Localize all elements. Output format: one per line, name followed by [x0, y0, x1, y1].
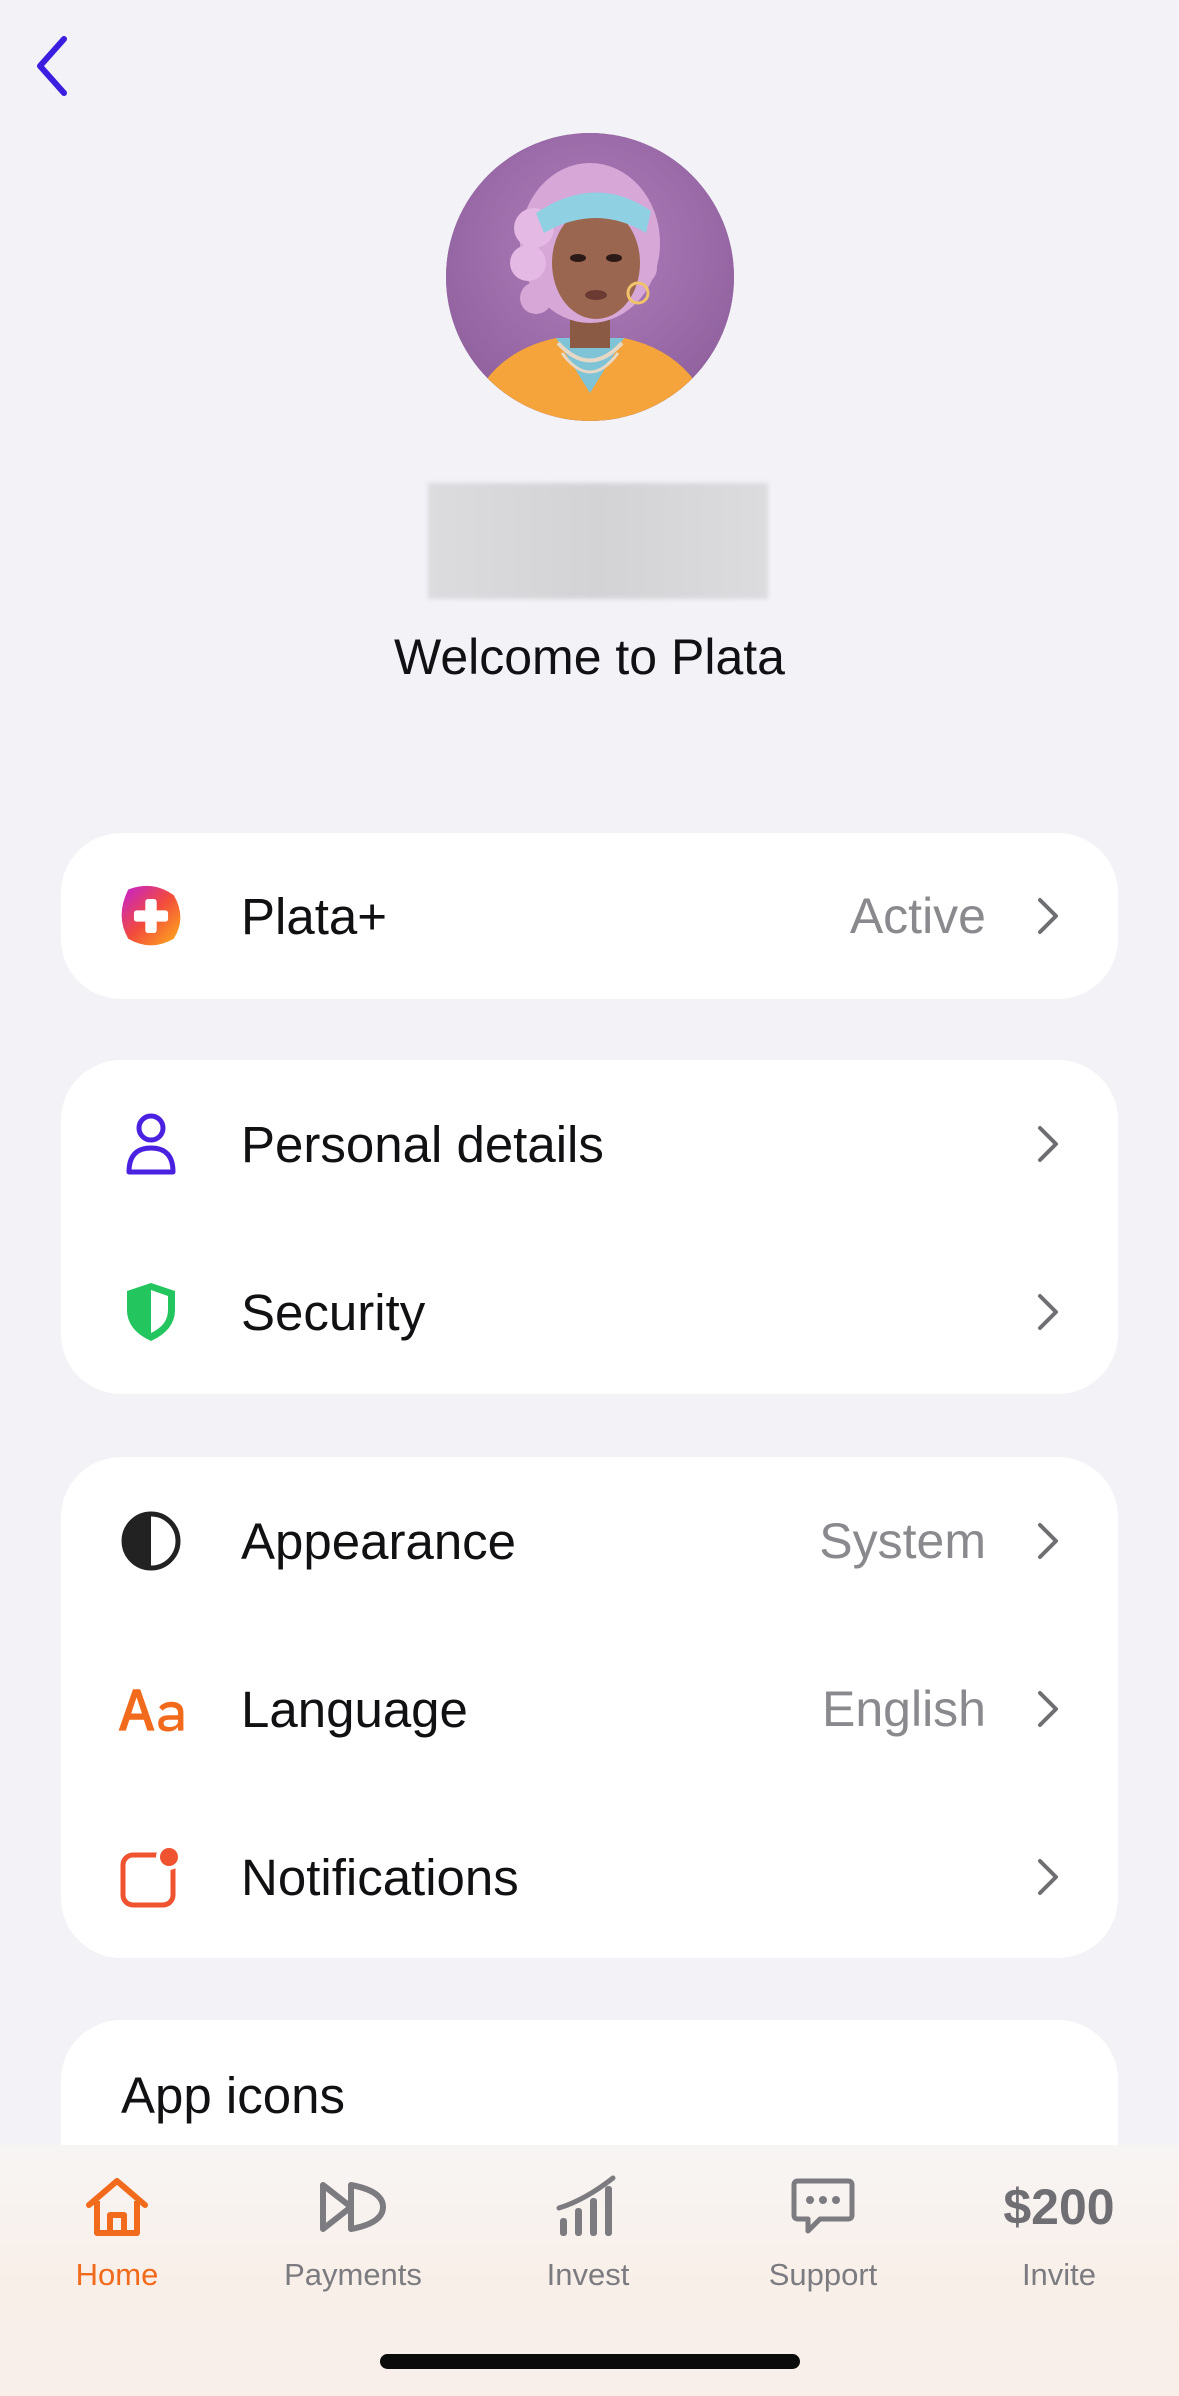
chevron-right-icon: [1030, 1685, 1066, 1733]
chevron-right-icon: [1030, 1517, 1066, 1565]
notification-badge-icon: [115, 1841, 187, 1913]
bar-chart-icon: [556, 2175, 616, 2236]
tab-support[interactable]: Support: [723, 2167, 923, 2307]
tab-home-label: Home: [75, 2257, 159, 2292]
language-row[interactable]: Language English: [61, 1625, 1118, 1793]
tab-home[interactable]: Home: [17, 2167, 217, 2307]
profile-name-redacted: [428, 483, 768, 599]
chevron-left-icon: [37, 36, 67, 96]
appearance-row[interactable]: Appearance System: [61, 1457, 1118, 1625]
tab-invest[interactable]: Invest: [488, 2167, 688, 2307]
home-indicator: [380, 2354, 800, 2369]
tab-invite[interactable]: $200 Invite: [959, 2167, 1159, 2307]
shield-icon: [115, 1276, 187, 1348]
tab-support-label: Support: [768, 2257, 878, 2292]
contrast-icon: [115, 1505, 187, 1577]
personal-details-label: Personal details: [241, 1115, 604, 1173]
plata-plus-row[interactable]: Plata+ Active: [61, 833, 1118, 999]
tab-payments-label: Payments: [284, 2257, 422, 2292]
fast-forward-icon: [320, 2182, 386, 2232]
chevron-right-icon: [1030, 1288, 1066, 1336]
preferences-card: Appearance System Language English Notif…: [61, 1457, 1118, 1958]
language-label: Language: [241, 1680, 468, 1738]
person-icon: [115, 1108, 187, 1180]
plata-plus-card: Plata+ Active: [61, 833, 1118, 999]
tab-invite-label: Invite: [1021, 2257, 1097, 2292]
welcome-text: Welcome to Plata: [394, 629, 785, 685]
invite-amount: $200: [1003, 2179, 1115, 2235]
plata-plus-icon: [115, 880, 187, 952]
chat-bubble-icon: [791, 2178, 855, 2234]
security-label: Security: [241, 1283, 426, 1341]
home-icon: [86, 2178, 148, 2236]
tab-payments[interactable]: Payments: [253, 2167, 453, 2307]
chevron-right-icon: [1030, 1120, 1066, 1168]
appearance-label: Appearance: [241, 1512, 517, 1570]
notifications-label: Notifications: [241, 1848, 519, 1906]
back-button[interactable]: [22, 34, 82, 98]
text-aa-icon: [115, 1673, 187, 1745]
personal-details-row[interactable]: Personal details: [61, 1060, 1118, 1228]
tab-invest-label: Invest: [546, 2257, 630, 2292]
account-card: Personal details Security: [61, 1060, 1118, 1394]
appearance-value: System: [819, 1513, 986, 1569]
language-value: English: [822, 1681, 986, 1737]
plata-plus-status: Active: [849, 888, 986, 944]
security-row[interactable]: Security: [61, 1228, 1118, 1396]
chevron-right-icon: [1030, 892, 1066, 940]
profile-avatar[interactable]: [446, 133, 734, 421]
chevron-right-icon: [1030, 1853, 1066, 1901]
plata-plus-label: Plata+: [241, 887, 388, 945]
notifications-row[interactable]: Notifications: [61, 1793, 1118, 1961]
app-icons-title: App icons: [121, 2067, 345, 2124]
